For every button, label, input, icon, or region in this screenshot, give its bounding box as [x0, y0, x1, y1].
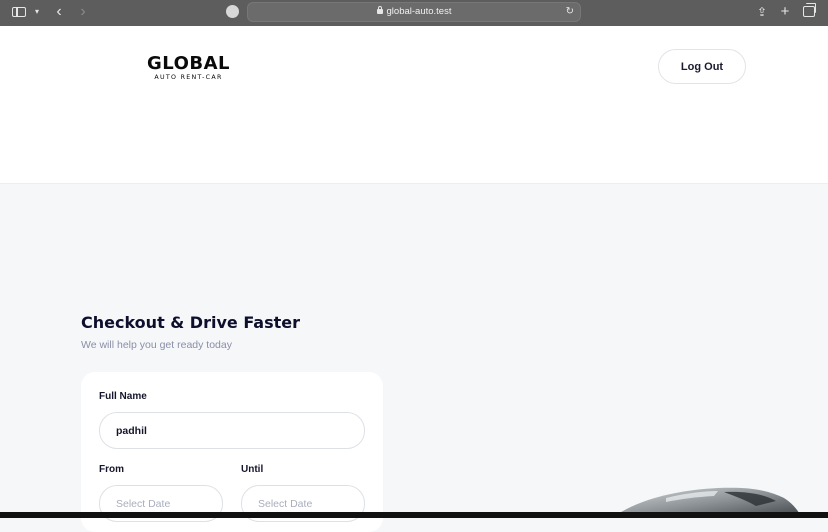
sidebar-icon[interactable] [12, 7, 26, 17]
address-bar-text: global-auto.test [248, 3, 580, 21]
reload-icon[interactable]: ↻ [566, 3, 574, 21]
full-name-input[interactable] [99, 412, 365, 449]
share-icon[interactable]: ⇪ [756, 3, 768, 21]
bottom-edge [0, 512, 828, 518]
page-title: Checkout & Drive Faster [81, 313, 301, 332]
extension-icon[interactable] [226, 5, 239, 18]
lock-icon [376, 6, 383, 14]
until-label: Until [241, 464, 264, 475]
from-label: From [99, 464, 124, 475]
url-text: global-auto.test [386, 6, 452, 17]
site-header: GLOBAL AUTO RENT-CAR Log Out [0, 26, 828, 184]
chevron-left-icon[interactable]: ‹ [52, 3, 66, 21]
logo-tagline: AUTO RENT-CAR [154, 74, 223, 81]
full-name-label: Full Name [99, 391, 147, 402]
logout-button[interactable]: Log Out [658, 49, 746, 84]
chevron-right-icon[interactable]: › [76, 3, 90, 21]
address-bar[interactable]: global-auto.test ↻ [247, 2, 581, 22]
browser-toolbar: ▾ ‹ › global-auto.test ↻ ⇪ + [0, 0, 828, 26]
tabs-icon[interactable] [803, 3, 816, 17]
chevron-down-icon[interactable]: ▾ [32, 3, 42, 21]
logo-wordmark: GLOBAL [146, 53, 231, 74]
logo[interactable]: GLOBAL AUTO RENT-CAR [141, 55, 236, 82]
plus-icon[interactable]: + [779, 3, 791, 21]
page-subtitle: We will help you get ready today [81, 339, 232, 351]
checkout-form-card: Full Name From Until [81, 372, 383, 532]
